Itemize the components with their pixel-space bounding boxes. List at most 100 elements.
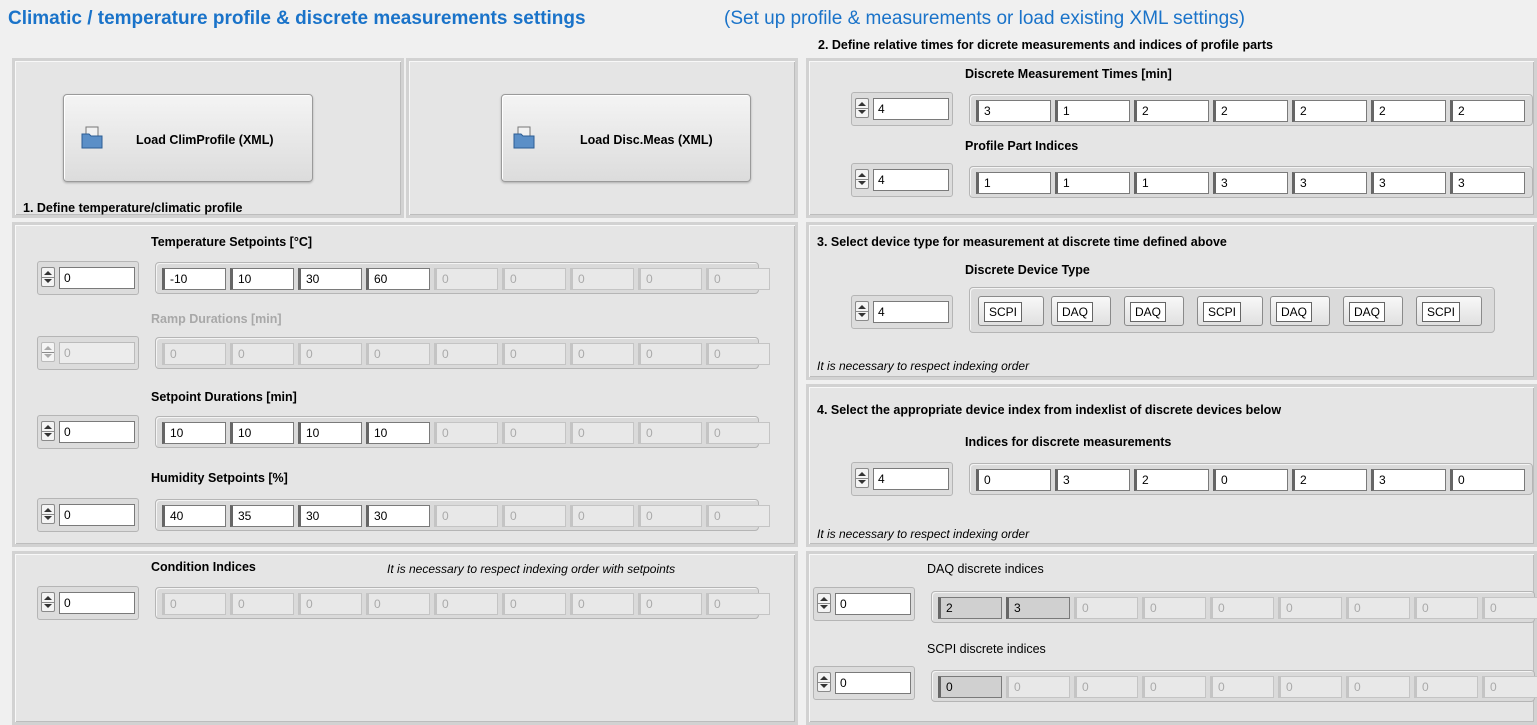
spinner-icon[interactable] (41, 504, 55, 524)
part-indices-index-value[interactable]: 4 (873, 169, 949, 191)
disc-times-index-value[interactable]: 4 (873, 98, 949, 120)
array-cell: 0 (1210, 597, 1274, 619)
setpoint-index-control[interactable]: 0 (37, 415, 139, 449)
array-cell: 0 (366, 593, 430, 615)
array-cell: 0 (1414, 597, 1478, 619)
array-cell[interactable]: 3 (1371, 469, 1446, 491)
humidity-index-value[interactable]: 0 (59, 504, 135, 526)
array-cell[interactable]: 0 (976, 469, 1051, 491)
device-type-selector[interactable]: DAQ (1270, 296, 1330, 326)
array-cell[interactable]: 60 (366, 268, 430, 290)
array-cell: 0 (1346, 597, 1410, 619)
scpi-index-value[interactable]: 0 (835, 672, 911, 694)
scpi-index-control[interactable]: 0 (813, 666, 915, 700)
array-cell[interactable]: 35 (230, 505, 294, 527)
device-type-order-note: It is necessary to respect indexing orde… (817, 359, 1030, 373)
array-cell[interactable]: -10 (162, 268, 226, 290)
device-type-selector[interactable]: SCPI (978, 296, 1044, 326)
condition-order-note: It is necessary to respect indexing orde… (387, 562, 676, 576)
array-cell[interactable]: 2 (1134, 469, 1209, 491)
array-cell[interactable]: 2 (1292, 469, 1367, 491)
disc-times-array: 3122222 (969, 94, 1533, 126)
array-cell: 0 (706, 343, 770, 365)
array-cell: 0 (502, 422, 566, 444)
spinner-icon[interactable] (855, 169, 869, 189)
device-type-selector[interactable]: SCPI (1197, 296, 1263, 326)
device-type-selector[interactable]: SCPI (1416, 296, 1482, 326)
array-cell: 0 (162, 593, 226, 615)
array-cell[interactable]: 10 (230, 268, 294, 290)
array-cell[interactable]: 40 (162, 505, 226, 527)
device-type-selector[interactable]: DAQ (1343, 296, 1403, 326)
setpoint-index-value[interactable]: 0 (59, 421, 135, 443)
array-cell[interactable]: 10 (162, 422, 226, 444)
array-cell[interactable]: 3 (1371, 172, 1446, 194)
device-type-label: Discrete Device Type (965, 263, 1090, 277)
array-cell[interactable]: 3 (1213, 172, 1288, 194)
spinner-icon[interactable] (817, 593, 831, 613)
array-cell: 0 (434, 422, 498, 444)
spinner-icon[interactable] (41, 421, 55, 441)
array-cell[interactable]: 3 (1055, 469, 1130, 491)
array-cell[interactable]: 30 (298, 505, 362, 527)
array-cell[interactable]: 1 (1134, 172, 1209, 194)
spinner-icon[interactable] (855, 468, 869, 488)
device-index-index-value[interactable]: 4 (873, 468, 949, 490)
daq-index-value[interactable]: 0 (835, 593, 911, 615)
device-type-selector[interactable]: DAQ (1051, 296, 1111, 326)
spinner-icon[interactable] (41, 267, 55, 287)
array-cell[interactable]: 3 (976, 100, 1051, 122)
array-cell[interactable]: 3 (1292, 172, 1367, 194)
spinner-icon[interactable] (855, 98, 869, 118)
spinner-icon[interactable] (41, 592, 55, 612)
array-cell[interactable]: 1 (976, 172, 1051, 194)
setpoint-durations-label: Setpoint Durations [min] (151, 390, 297, 404)
device-index-index-control[interactable]: 4 (851, 462, 953, 496)
device-type-selector[interactable]: DAQ (1124, 296, 1184, 326)
array-cell[interactable]: 10 (230, 422, 294, 444)
array-cell[interactable]: 10 (366, 422, 430, 444)
spinner-icon[interactable] (817, 672, 831, 692)
array-cell[interactable]: 1 (1055, 100, 1130, 122)
array-cell: 0 (162, 343, 226, 365)
condition-index-control[interactable]: 0 (37, 586, 139, 620)
device-type-index-control[interactable]: 4 (851, 295, 953, 329)
load-discmeas-button[interactable]: Load Disc.Meas (XML) (501, 94, 751, 182)
array-cell: 0 (638, 343, 702, 365)
array-cell[interactable]: 3 (1006, 597, 1070, 619)
array-cell[interactable]: 3 (1450, 172, 1525, 194)
device-type-index-value[interactable]: 4 (873, 301, 949, 323)
array-cell[interactable]: 2 (1371, 100, 1446, 122)
array-cell[interactable]: 10 (298, 422, 362, 444)
load-discmeas-label: Load Disc.Meas (XML) (580, 133, 713, 147)
device-index-order-note: It is necessary to respect indexing orde… (817, 527, 1030, 541)
array-cell[interactable]: 0 (938, 676, 1002, 698)
array-cell: 0 (230, 593, 294, 615)
array-cell[interactable]: 2 (1292, 100, 1367, 122)
disc-times-index-control[interactable]: 4 (851, 92, 953, 126)
array-cell[interactable]: 2 (938, 597, 1002, 619)
array-cell[interactable]: 30 (298, 268, 362, 290)
array-cell: 0 (570, 268, 634, 290)
array-cell[interactable]: 2 (1450, 100, 1525, 122)
array-cell[interactable]: 2 (1134, 100, 1209, 122)
array-cell: 0 (1074, 597, 1138, 619)
part-indices-index-control[interactable]: 4 (851, 163, 953, 197)
array-cell: 0 (434, 593, 498, 615)
condition-index-value[interactable]: 0 (59, 592, 135, 614)
humidity-index-control[interactable]: 0 (37, 498, 139, 532)
temperature-index-control[interactable]: 0 (37, 261, 139, 295)
load-climprofile-button[interactable]: Load ClimProfile (XML) (63, 94, 313, 182)
array-cell[interactable]: 0 (1213, 469, 1288, 491)
array-cell: 0 (1006, 676, 1070, 698)
array-cell[interactable]: 1 (1055, 172, 1130, 194)
spinner-icon[interactable] (855, 301, 869, 321)
step4-label: 4. Select the appropriate device index f… (817, 403, 1282, 417)
array-cell[interactable]: 2 (1213, 100, 1288, 122)
device-index-panel: 4. Select the appropriate device index f… (806, 384, 1537, 547)
array-cell[interactable]: 0 (1450, 469, 1525, 491)
daq-index-control[interactable]: 0 (813, 587, 915, 621)
temperature-index-value[interactable]: 0 (59, 267, 135, 289)
array-cell[interactable]: 30 (366, 505, 430, 527)
load-clim-panel: Load ClimProfile (XML) 1. Define tempera… (12, 58, 404, 218)
